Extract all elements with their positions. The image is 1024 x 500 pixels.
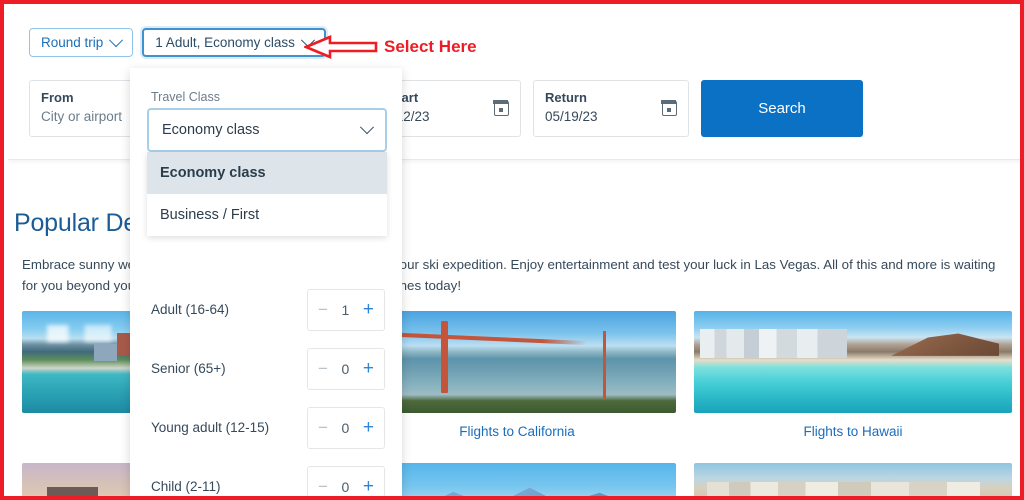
travel-class-value: Economy class: [162, 122, 260, 138]
plus-icon[interactable]: +: [363, 418, 374, 437]
passenger-count: 0: [341, 478, 350, 495]
search-button[interactable]: Search: [701, 80, 863, 137]
passenger-row-young-adult: Young adult (12-15) − 0 +: [130, 398, 402, 457]
trip-type-selector[interactable]: Round trip: [29, 28, 134, 57]
return-label: Return: [545, 90, 587, 105]
passenger-label: Young adult (12-15): [151, 420, 270, 435]
page: Popular Destinations Embrace sunny weath…: [8, 8, 1020, 496]
passenger-count: 0: [341, 419, 350, 436]
passenger-class-selector[interactable]: 1 Adult, Economy class: [142, 28, 326, 57]
passenger-count: 1: [341, 301, 350, 318]
passenger-row-senior: Senior (65+) − 0 +: [130, 339, 402, 398]
passenger-label: Adult (16-64): [151, 302, 230, 317]
screenshot-frame: Popular Destinations Embrace sunny weath…: [0, 0, 1024, 500]
passenger-count: 0: [341, 360, 350, 377]
destination-image-hawaii: [694, 311, 1012, 413]
travel-class-option-business[interactable]: Business / First: [147, 194, 387, 236]
destination-card[interactable]: Flights to Hawaii: [694, 311, 1012, 439]
plus-icon[interactable]: +: [363, 300, 374, 319]
trip-type-label: Round trip: [41, 35, 104, 50]
quantity-stepper: − 0 +: [307, 465, 385, 496]
passenger-counters: Adult (16-64) − 1 + Senior (65+) − 0 + Y…: [130, 280, 402, 496]
destination-image-coast[interactable]: [694, 463, 1012, 496]
return-input[interactable]: 05/19/23: [545, 107, 677, 127]
travel-class-select[interactable]: Economy class: [147, 108, 387, 152]
passenger-label: Child (2-11): [151, 479, 221, 494]
destination-image-california: [358, 311, 676, 413]
destination-link[interactable]: Flights to Hawaii: [694, 424, 1012, 439]
chevron-down-icon: [300, 32, 315, 47]
passenger-row-child: Child (2-11) − 0 +: [130, 457, 402, 496]
destination-card[interactable]: Flights to California: [358, 311, 676, 439]
return-date-field[interactable]: Return 05/19/23: [533, 80, 689, 137]
passenger-class-label: 1 Adult, Economy class: [155, 35, 295, 50]
plus-icon[interactable]: +: [363, 477, 374, 496]
quantity-stepper: − 0 +: [307, 406, 385, 449]
passenger-class-dropdown: Travel Class Economy class Economy class…: [130, 68, 402, 496]
chevron-down-icon: [359, 120, 375, 135]
calendar-icon[interactable]: [493, 100, 509, 116]
quantity-stepper: − 0 +: [307, 347, 385, 390]
calendar-icon[interactable]: [661, 100, 677, 116]
passenger-label: Senior (65+): [151, 361, 226, 376]
minus-icon[interactable]: −: [318, 360, 328, 377]
passenger-row-adult: Adult (16-64) − 1 +: [130, 280, 402, 339]
plus-icon[interactable]: +: [363, 359, 374, 378]
minus-icon[interactable]: −: [318, 301, 328, 318]
chevron-down-icon: [109, 32, 124, 47]
quantity-stepper: − 1 +: [307, 288, 385, 331]
travel-class-options: Economy class Business / First: [147, 152, 387, 236]
destination-link[interactable]: Flights to California: [358, 424, 676, 439]
destination-image-mountains[interactable]: [358, 463, 676, 496]
travel-class-option-economy[interactable]: Economy class: [147, 152, 387, 194]
travel-class-label: Travel Class: [151, 90, 220, 104]
minus-icon[interactable]: −: [318, 419, 328, 436]
minus-icon[interactable]: −: [318, 478, 328, 495]
search-options-row: Round trip 1 Adult, Economy class: [29, 28, 326, 57]
